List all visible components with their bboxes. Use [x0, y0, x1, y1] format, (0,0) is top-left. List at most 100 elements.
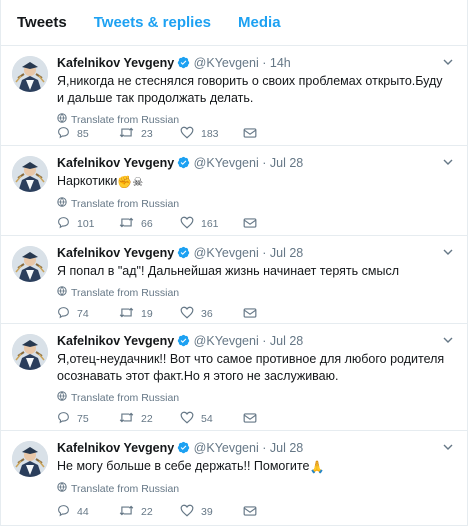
tweet-timestamp[interactable]: Jul 28 [270, 246, 303, 260]
chevron-down-icon[interactable] [441, 333, 455, 347]
heart-icon [180, 126, 201, 142]
globe-icon [57, 482, 71, 495]
retweet-button[interactable]: 66 [119, 216, 180, 232]
tab-tweets[interactable]: Tweets [17, 14, 67, 31]
tweet-card[interactable]: Kafelnikov Yevgeny @KYevgeni · Jul 28 Не… [1, 431, 467, 526]
translate-label: Translate from Russian [71, 482, 180, 495]
tweet-timestamp[interactable]: Jul 28 [270, 441, 303, 455]
retweet-icon [119, 216, 141, 232]
reply-count: 75 [77, 413, 89, 425]
author-handle[interactable]: @KYevgeni [194, 156, 259, 170]
reply-icon [57, 306, 77, 322]
reply-icon [57, 216, 77, 232]
tweet-emoji: 🙏 [309, 460, 325, 474]
translate-label: Translate from Russian [71, 391, 180, 404]
tweet-card[interactable]: Kafelnikov Yevgeny @KYevgeni · Jul 28 Я,… [1, 324, 467, 431]
retweet-button[interactable]: 23 [119, 126, 180, 142]
tweet-actions: 75 22 54 [57, 411, 305, 427]
separator-dot: · [262, 334, 267, 348]
reply-button[interactable]: 101 [57, 216, 119, 232]
translate-link[interactable]: Translate from Russian [57, 482, 457, 495]
heart-icon [180, 216, 201, 232]
avatar[interactable] [12, 156, 48, 192]
direct-message-button[interactable] [243, 307, 305, 322]
tweet-text-body: Наркотики [57, 174, 118, 188]
chevron-down-icon[interactable] [441, 440, 455, 454]
verified-badge-icon [177, 246, 190, 263]
like-button[interactable]: 183 [180, 126, 243, 142]
retweet-button[interactable]: 22 [119, 411, 180, 427]
tweet-timestamp[interactable]: 14h [270, 56, 291, 70]
tweet-card[interactable]: Kafelnikov Yevgeny @KYevgeni · 14h Я,ник… [1, 46, 467, 146]
separator-dot: · [262, 441, 267, 455]
retweet-count: 19 [141, 308, 153, 320]
like-button[interactable]: 161 [180, 216, 243, 232]
tweet-emoji: ✊☠ [117, 175, 144, 189]
retweet-icon [119, 504, 141, 520]
reply-button[interactable]: 85 [57, 126, 119, 142]
retweet-button[interactable]: 22 [119, 504, 180, 520]
retweet-count: 22 [141, 413, 153, 425]
reply-button[interactable]: 75 [57, 411, 119, 427]
like-count: 36 [201, 308, 213, 320]
reply-button[interactable]: 44 [57, 504, 119, 520]
verified-badge-icon [177, 441, 190, 458]
avatar[interactable] [12, 334, 48, 370]
translate-link[interactable]: Translate from Russian [57, 197, 457, 210]
reply-count: 101 [77, 218, 95, 230]
avatar[interactable] [12, 246, 48, 282]
author-name[interactable]: Kafelnikov Yevgeny [57, 246, 174, 260]
reply-icon [57, 411, 77, 427]
like-button[interactable]: 39 [180, 504, 243, 520]
translate-link[interactable]: Translate from Russian [57, 391, 457, 404]
globe-icon [57, 391, 71, 404]
tweet-actions: 74 19 36 [57, 306, 305, 322]
author-name[interactable]: Kafelnikov Yevgeny [57, 56, 174, 70]
envelope-icon [243, 217, 264, 232]
avatar[interactable] [12, 441, 48, 477]
tweet-text-body: Не могу больше в себе держать!! Помогите [57, 459, 310, 473]
envelope-icon [243, 412, 264, 427]
avatar[interactable] [12, 56, 48, 92]
tweet-text: Не могу больше в себе держать!! Помогите… [57, 458, 457, 476]
separator-dot: · [262, 246, 267, 260]
author-handle[interactable]: @KYevgeni [194, 246, 259, 260]
separator-dot: · [262, 156, 267, 170]
translate-label: Translate from Russian [71, 286, 180, 299]
tweet-timestamp[interactable]: Jul 28 [270, 334, 303, 348]
chevron-down-icon[interactable] [441, 155, 455, 169]
translate-link[interactable]: Translate from Russian [57, 286, 457, 299]
reply-button[interactable]: 74 [57, 306, 119, 322]
tweet-content: Kafelnikov Yevgeny @KYevgeni · Jul 28 На… [57, 155, 457, 210]
tweet-card[interactable]: Kafelnikov Yevgeny @KYevgeni · Jul 28 Я … [1, 236, 467, 324]
retweet-button[interactable]: 19 [119, 306, 180, 322]
direct-message-button[interactable] [243, 217, 305, 232]
tab-tweets-and-replies[interactable]: Tweets & replies [94, 14, 211, 31]
retweet-count: 22 [141, 506, 153, 518]
tweet-text: Я,никогда не стеснялся говорить о своих … [57, 73, 457, 107]
profile-timeline: Tweets Tweets & replies Media Kafelnikov… [0, 0, 468, 526]
author-name[interactable]: Kafelnikov Yevgeny [57, 156, 174, 170]
direct-message-button[interactable] [243, 412, 305, 427]
like-button[interactable]: 36 [180, 306, 243, 322]
tweet-timestamp[interactable]: Jul 28 [270, 156, 303, 170]
translate-link[interactable]: Translate from Russian [57, 113, 457, 126]
chevron-down-icon[interactable] [441, 245, 455, 259]
author-handle[interactable]: @KYevgeni [194, 334, 259, 348]
envelope-icon [243, 127, 264, 142]
verified-badge-icon [177, 156, 190, 173]
author-handle[interactable]: @KYevgeni [194, 441, 259, 455]
reply-count: 85 [77, 128, 89, 140]
tweet-card[interactable]: Kafelnikov Yevgeny @KYevgeni · Jul 28 На… [1, 146, 467, 236]
author-handle[interactable]: @KYevgeni [194, 56, 259, 70]
direct-message-button[interactable] [243, 127, 305, 142]
author-name[interactable]: Kafelnikov Yevgeny [57, 334, 174, 348]
tab-media[interactable]: Media [238, 14, 281, 31]
direct-message-button[interactable] [243, 505, 305, 520]
chevron-down-icon[interactable] [441, 55, 455, 69]
author-name[interactable]: Kafelnikov Yevgeny [57, 441, 174, 455]
like-button[interactable]: 54 [180, 411, 243, 427]
reply-icon [57, 126, 77, 142]
tweet-text: Наркотики✊☠ [57, 173, 457, 191]
retweet-icon [119, 306, 141, 322]
